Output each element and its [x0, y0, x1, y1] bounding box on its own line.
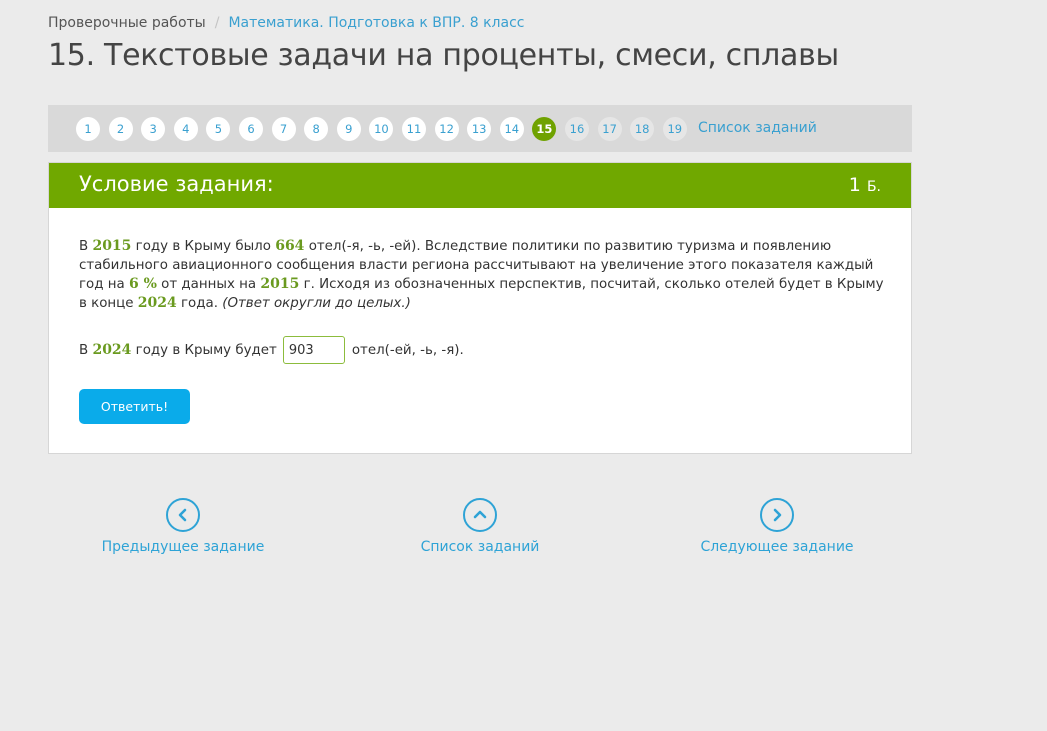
pager-item-4[interactable]: 4	[173, 117, 198, 141]
pager-item-16[interactable]: 16	[565, 117, 589, 141]
answer-row: В 2024 году в Крыму будет отел(-ей, -ь, …	[79, 334, 464, 366]
pager-item-11[interactable]: 11	[402, 117, 426, 141]
pager-item-5[interactable]: 5	[206, 117, 231, 141]
pager-item-15[interactable]: 15	[532, 117, 557, 141]
pager-item-2[interactable]: 2	[108, 117, 133, 141]
breadcrumb-separator: /	[214, 15, 220, 31]
next-task-link[interactable]: Следующее задание	[657, 498, 897, 555]
problem-number: 2024	[137, 295, 177, 311]
breadcrumb-root-link[interactable]: Проверочные работы	[48, 15, 206, 31]
answer-prefix: В	[79, 342, 93, 358]
pager-task-list-link[interactable]: Список заданий	[698, 120, 817, 136]
next-task-label[interactable]: Следующее задание	[657, 539, 897, 555]
problem-number: 2015	[260, 276, 300, 292]
pager-item-13[interactable]: 13	[467, 117, 492, 141]
pager-item-14[interactable]: 14	[499, 117, 524, 141]
chevron-up-icon[interactable]	[463, 498, 497, 532]
problem-text-part: В	[79, 239, 93, 254]
breadcrumb: Проверочные работы / Математика. Подготовк…	[48, 15, 524, 31]
task-pager: 1 2 3 4 5 6 7 8 9 10 11 12 13 14 15 16 17 18 19 Список зад…	[48, 105, 912, 152]
task-list-link[interactable]: Список заданий	[360, 498, 600, 555]
pager-item-18[interactable]: 18	[630, 117, 655, 141]
problem-number: 2015	[92, 238, 132, 254]
problem-number: 664	[275, 238, 305, 254]
answer-year: 2024	[92, 342, 132, 358]
task-card: Условие задания: 1 Б. В 2015 году в Крым…	[48, 162, 912, 454]
task-condition-title: Условие задания:	[79, 172, 274, 196]
pager-item-8[interactable]: 8	[304, 117, 329, 141]
problem-text: В 2015 году в Крыму было 664 отел(-я, -ь…	[79, 237, 884, 313]
previous-task-link[interactable]: Предыдущее задание	[63, 498, 303, 555]
problem-rounding-hint: (Ответ округли до целых.)	[222, 296, 411, 311]
points-unit: Б.	[866, 179, 881, 195]
page-title: 15. Текстовые задачи на проценты, смеси,…	[48, 38, 839, 73]
submit-answer-button[interactable]: Ответить!	[79, 389, 190, 424]
chevron-left-icon[interactable]	[166, 498, 200, 532]
problem-number: 6 %	[128, 276, 157, 292]
pager-item-6[interactable]: 6	[239, 117, 263, 141]
pager-item-7[interactable]: 7	[271, 117, 296, 141]
problem-text-part: году в Крыму было	[131, 239, 276, 254]
pager-item-17[interactable]: 17	[597, 117, 622, 141]
breadcrumb-course-link[interactable]: Математика. Подготовка к ВПР. 8 класс	[228, 15, 524, 31]
pager-item-1[interactable]: 1	[76, 117, 100, 141]
task-points: 1 Б.	[849, 174, 881, 196]
problem-text-part: от данных на	[156, 277, 261, 292]
answer-input[interactable]	[282, 336, 345, 364]
pager-item-10[interactable]: 10	[369, 117, 394, 141]
answer-suffix: отел(-ей, -ь, -я).	[351, 342, 464, 358]
pager-item-3[interactable]: 3	[141, 117, 166, 141]
points-value: 1	[848, 174, 861, 196]
problem-text-part: года.	[176, 296, 223, 311]
pager-item-12[interactable]: 12	[434, 117, 459, 141]
answer-middle-text: году в Крыму будет	[131, 342, 277, 358]
pager-item-19[interactable]: 19	[662, 117, 687, 141]
pager-item-9[interactable]: 9	[336, 117, 361, 141]
task-card-header: Условие задания: 1 Б.	[49, 163, 911, 208]
chevron-right-icon[interactable]	[760, 498, 794, 532]
previous-task-label[interactable]: Предыдущее задание	[63, 539, 303, 555]
task-list-label[interactable]: Список заданий	[360, 539, 600, 555]
